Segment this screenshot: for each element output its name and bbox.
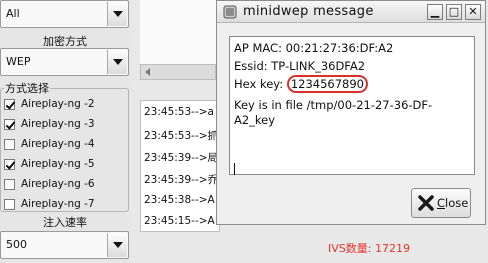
method-label: Aireplay-ng -5	[21, 158, 95, 170]
method-checkbox-row[interactable]: Aireplay-ng -7	[4, 196, 95, 212]
close-x-icon	[418, 195, 434, 211]
method-label: Aireplay-ng -2	[21, 98, 95, 110]
checkbox[interactable]	[4, 138, 15, 150]
method-group-title: 方式选择	[4, 80, 50, 96]
method-label: Aireplay-ng -4	[21, 138, 95, 150]
hex-key-line: Hex key: 1234567890	[234, 75, 368, 93]
close-button-label-rest: lose	[445, 196, 469, 210]
log-line: 23:45:39-->局	[144, 152, 219, 164]
rate-combo[interactable]: 500	[0, 231, 129, 259]
interface-combo-value: All	[6, 7, 20, 20]
checkbox[interactable]	[4, 98, 15, 110]
close-button-label: Close	[437, 196, 468, 210]
method-checkbox-row[interactable]: Aireplay-ng -5	[4, 156, 95, 172]
close-button-mnemonic: C	[437, 196, 446, 210]
minimize-icon: ▁	[430, 5, 440, 18]
hex-key-label: Hex key:	[234, 77, 284, 91]
method-checkbox-row[interactable]: Aireplay-ng -2	[4, 96, 95, 112]
method-label: Aireplay-ng -3	[21, 118, 95, 130]
app-icon	[223, 5, 237, 19]
hex-key-value: 1234567890	[286, 75, 368, 93]
horizontal-scrollbar[interactable]	[140, 64, 216, 80]
checkbox[interactable]	[4, 158, 15, 170]
interface-combo-dropdown[interactable]	[107, 2, 127, 26]
method-checkbox-row[interactable]: Aireplay-ng -4	[4, 136, 95, 152]
method-label: Aireplay-ng -7	[21, 198, 95, 210]
log-panel: 23:45:53-->a 23:45:53-->抓 23:45:39-->局 2…	[140, 100, 220, 232]
log-line: 23:45:15-->A	[144, 215, 215, 227]
chevron-down-icon	[113, 242, 123, 248]
essid-line: Essid: TP-LINK_36DFA2	[234, 59, 366, 73]
checkbox[interactable]	[4, 198, 15, 210]
text-caret	[234, 163, 235, 175]
method-checkbox-row[interactable]: Aireplay-ng -6	[4, 176, 95, 192]
encryption-combo[interactable]: WEP	[0, 48, 129, 76]
method-checkbox-row[interactable]: Aireplay-ng -3	[4, 116, 95, 132]
method-label: Aireplay-ng -6	[21, 178, 95, 190]
close-icon: ✕	[468, 5, 478, 18]
encryption-combo-value: WEP	[6, 55, 31, 68]
interface-combo[interactable]: All	[0, 0, 129, 28]
rate-heading: 注入速率	[43, 216, 87, 229]
maximize-button[interactable]: □	[446, 4, 462, 20]
close-button[interactable]: Close	[411, 188, 471, 218]
chevron-left-icon[interactable]	[145, 68, 150, 76]
encryption-heading: 加密方式	[43, 35, 87, 48]
dialog-titlebar[interactable]: minidwep message ▁ □ ✕	[217, 1, 485, 23]
minimize-button[interactable]: ▁	[427, 4, 443, 20]
rate-combo-value: 500	[6, 238, 27, 251]
key-file-line-continued: A2_key	[234, 113, 276, 127]
dialog-title: minidwep message	[243, 4, 374, 19]
ap-mac-line: AP MAC: 00:21:27:36:DF:A2	[234, 41, 394, 55]
chevron-down-icon	[113, 59, 123, 65]
chevron-down-icon	[113, 11, 123, 17]
key-file-line: Key is in file /tmp/00-21-27-36-DF-	[234, 98, 433, 112]
left-panel: All 加密方式 WEP 方式选择 Aireplay-ng -2 Airepla…	[0, 0, 130, 263]
log-line: 23:45:38-->A	[144, 194, 215, 206]
log-line: 23:45:39-->乔	[144, 174, 219, 186]
checkbox[interactable]	[4, 118, 15, 130]
maximize-icon: □	[448, 5, 460, 18]
checkbox[interactable]	[4, 178, 15, 190]
close-window-button[interactable]: ✕	[465, 4, 481, 20]
ivs-count-status: IVS数量: 17219	[328, 242, 410, 255]
message-textbox[interactable]: AP MAC: 00:21:27:36:DF:A2 Essid: TP-LINK…	[229, 36, 475, 175]
log-line: 23:45:53-->a	[144, 106, 214, 118]
encryption-combo-dropdown[interactable]	[107, 50, 127, 74]
log-line: 23:45:53-->抓	[144, 130, 219, 142]
message-dialog: minidwep message ▁ □ ✕ AP MAC: 00:21:27:…	[216, 0, 486, 225]
network-list[interactable]	[140, 0, 220, 64]
rate-combo-dropdown[interactable]	[107, 233, 127, 257]
